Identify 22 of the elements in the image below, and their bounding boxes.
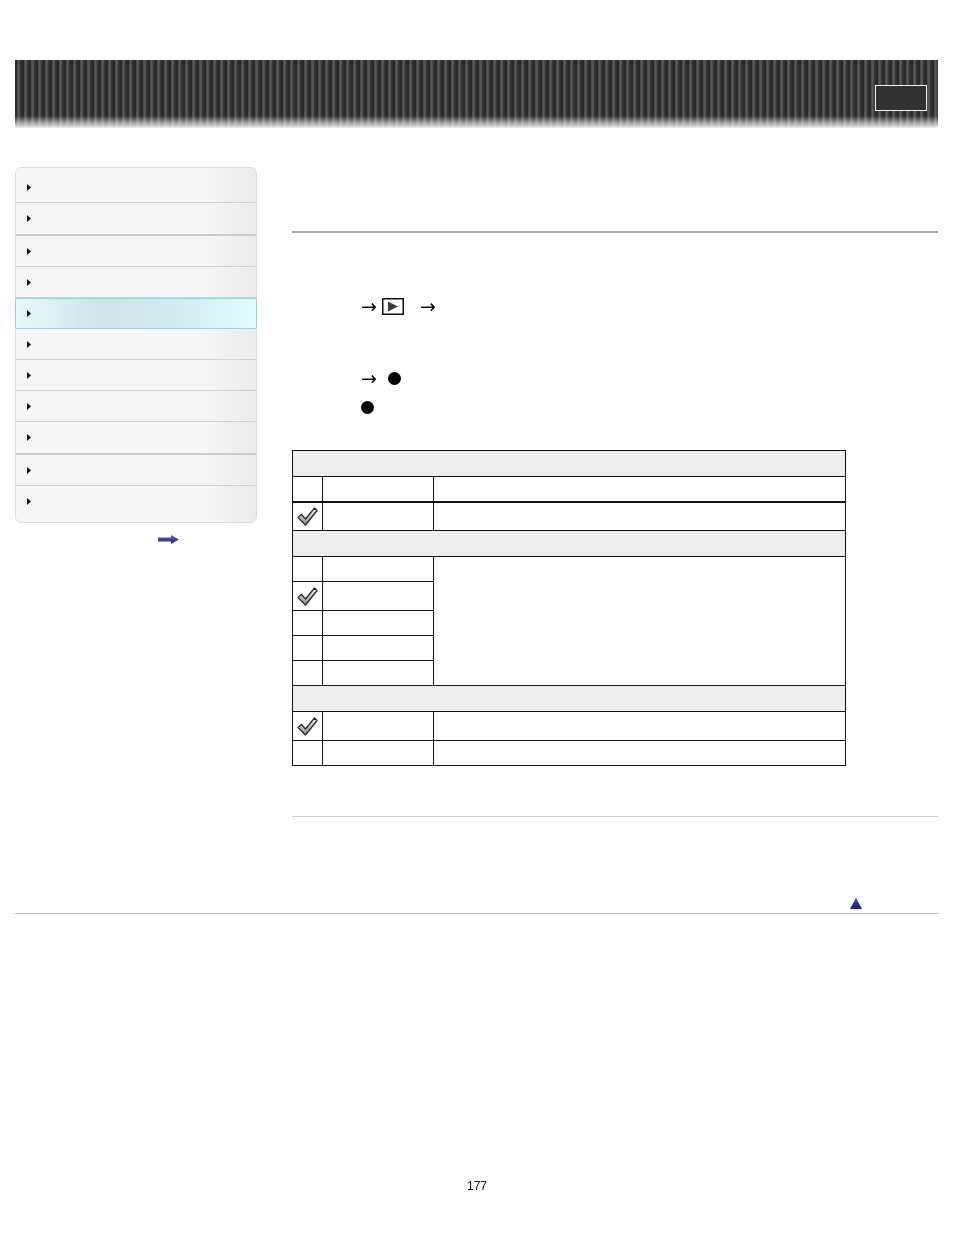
nav-item[interactable] xyxy=(15,298,257,329)
triangle-right-icon xyxy=(27,183,31,191)
arrow-symbol: → xyxy=(361,368,377,388)
play-icon xyxy=(381,297,404,315)
triangle-right-icon xyxy=(27,498,31,505)
dot-icon xyxy=(361,400,374,414)
triangle-right-icon xyxy=(27,278,31,286)
triangle-right-icon xyxy=(27,247,31,255)
triangle-right-icon xyxy=(27,434,31,441)
dot-icon xyxy=(387,371,401,385)
right-arrow-icon[interactable] xyxy=(158,535,179,544)
triangle-right-icon xyxy=(27,340,31,348)
arrow-symbol: → xyxy=(419,296,436,316)
page-number: 177 xyxy=(467,1179,487,1193)
triangle-up-icon[interactable] xyxy=(850,898,862,909)
triangle-right-icon xyxy=(27,371,31,379)
header-button[interactable] xyxy=(875,85,927,111)
triangle-right-icon xyxy=(27,402,31,410)
triangle-right-icon xyxy=(27,310,31,317)
triangle-right-icon xyxy=(27,215,31,222)
arrow-symbol: → xyxy=(361,296,377,316)
triangle-right-icon xyxy=(27,466,31,474)
